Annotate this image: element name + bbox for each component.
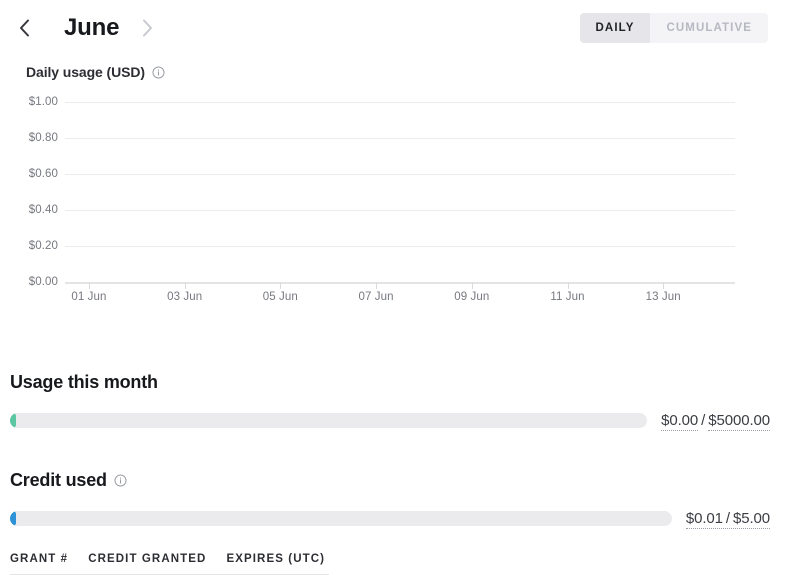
x-axis-tick bbox=[280, 282, 282, 289]
x-axis-tick-label: 11 Jun bbox=[550, 291, 585, 303]
page-header: June DAILY CUMULATIVE bbox=[0, 0, 800, 56]
usage-heading: Usage this month bbox=[10, 372, 770, 393]
x-axis-tick-label: 09 Jun bbox=[454, 291, 490, 303]
x-axis-tick bbox=[471, 282, 473, 289]
column-header-credit-granted[interactable]: CREDIT GRANTED bbox=[88, 553, 206, 565]
x-axis-tick bbox=[376, 282, 378, 289]
chart-title-row: Daily usage (USD) bbox=[26, 64, 800, 80]
y-axis-tick-label: $0.80 bbox=[28, 132, 58, 144]
x-axis-tick-label: 03 Jun bbox=[167, 291, 203, 303]
chart-title: Daily usage (USD) bbox=[26, 64, 145, 80]
credit-used-section: Credit used $0.01/$5.00 bbox=[0, 470, 800, 529]
x-axis: 01 Jun 03 Jun 05 Jun 07 Jun 09 Jun 11 Jun 13 J… bbox=[65, 282, 735, 312]
chart-gridline bbox=[65, 246, 735, 247]
column-header-expires-utc[interactable]: EXPIRES (UTC) bbox=[226, 553, 329, 565]
credit-amount: $0.01/$5.00 bbox=[685, 510, 770, 529]
y-axis-tick-label: $0.20 bbox=[28, 240, 58, 252]
usage-separator: / bbox=[701, 412, 706, 429]
info-icon[interactable] bbox=[114, 474, 127, 487]
usage-heading-label: Usage this month bbox=[10, 372, 158, 392]
chevron-right-icon bbox=[142, 19, 152, 37]
x-axis-tick bbox=[184, 282, 186, 289]
chart-gridline bbox=[65, 102, 735, 103]
usage-this-month-section: Usage this month $0.00/$5000.00 bbox=[0, 372, 800, 431]
x-axis-tick bbox=[567, 282, 569, 289]
usage-used-value[interactable]: $0.00 bbox=[661, 412, 698, 431]
usage-progress-fill bbox=[10, 413, 16, 428]
chart-gridline bbox=[65, 210, 735, 211]
usage-amount: $0.00/$5000.00 bbox=[661, 412, 770, 431]
grants-table-header-row: GRANT # CREDIT GRANTED EXPIRES (UTC) bbox=[10, 553, 330, 575]
info-icon[interactable] bbox=[152, 65, 165, 79]
column-header-grant-number[interactable]: GRANT # bbox=[10, 553, 68, 565]
usage-limit-value[interactable]: $5000.00 bbox=[708, 412, 770, 431]
credit-bar-row: $0.01/$5.00 bbox=[10, 510, 770, 529]
y-axis-tick-label: $1.00 bbox=[28, 96, 58, 108]
credit-limit-value: $5.00 bbox=[732, 510, 770, 527]
y-axis-tick-label: $0.00 bbox=[28, 276, 58, 288]
chevron-left-icon bbox=[19, 19, 29, 37]
credit-amount-text[interactable]: $0.01/$5.00 bbox=[685, 510, 770, 529]
x-axis-tick-label: 05 Jun bbox=[262, 291, 298, 303]
x-axis-tick-label: 01 Jun bbox=[71, 291, 107, 303]
chart-gridline bbox=[65, 174, 735, 175]
grants-table: GRANT # CREDIT GRANTED EXPIRES (UTC) bbox=[0, 549, 800, 575]
credit-heading-label: Credit used bbox=[10, 470, 107, 490]
chart-gridline bbox=[65, 138, 735, 139]
credit-heading: Credit used bbox=[10, 470, 770, 491]
x-axis-tick-label: 13 Jun bbox=[645, 291, 681, 303]
y-axis: $1.00 $0.80 $0.60 $0.40 $0.20 $0.00 bbox=[0, 96, 58, 288]
credit-progress-bar[interactable] bbox=[10, 511, 672, 526]
credit-separator: / bbox=[725, 510, 730, 527]
daily-usage-chart-section: Daily usage (USD) $1.00 $0.80 $0.60 $0.40 $0… bbox=[0, 56, 800, 324]
x-axis-tick bbox=[88, 282, 90, 289]
page-title: June bbox=[64, 14, 120, 41]
y-axis-tick-label: $0.40 bbox=[28, 204, 58, 216]
prev-month-button[interactable] bbox=[10, 14, 38, 42]
credit-progress-fill bbox=[10, 511, 16, 526]
next-month-button[interactable] bbox=[133, 14, 161, 42]
usage-bar-row: $0.00/$5000.00 bbox=[10, 412, 770, 431]
toggle-option-daily[interactable]: DAILY bbox=[579, 13, 651, 43]
x-axis-tick-label: 07 Jun bbox=[358, 291, 394, 303]
plot-area bbox=[65, 102, 735, 284]
toggle-option-cumulative[interactable]: CUMULATIVE bbox=[650, 13, 768, 43]
credit-used-value: $0.01 bbox=[685, 510, 723, 527]
usage-progress-bar[interactable] bbox=[10, 413, 648, 428]
y-axis-tick-label: $0.60 bbox=[28, 168, 58, 180]
chart-canvas: $1.00 $0.80 $0.60 $0.40 $0.20 $0.00 01 Jun 03 … bbox=[0, 94, 770, 324]
chart-mode-toggle[interactable]: DAILY CUMULATIVE bbox=[579, 13, 768, 43]
x-axis-tick bbox=[663, 282, 665, 289]
